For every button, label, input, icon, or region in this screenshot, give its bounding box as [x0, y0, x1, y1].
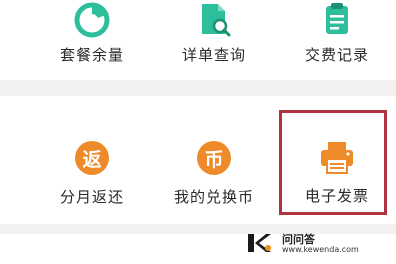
menu-item-package-balance[interactable]: 套餐余量 — [32, 2, 152, 65]
menu-item-my-coins[interactable]: 币 我的兑换币 — [154, 141, 274, 207]
return-badge-icon: 返 — [75, 141, 109, 175]
receipt-icon — [326, 3, 348, 34]
watermark: 问问答 www.kewenda.com — [238, 230, 388, 258]
menu-item-label: 分月返还 — [59, 188, 124, 206]
menu-item-label: 套餐余量 — [59, 46, 124, 64]
menu-item-label: 详单查询 — [181, 46, 246, 64]
menu-item-bill-detail[interactable]: 详单查询 — [154, 2, 274, 65]
pie-chart-icon — [74, 2, 110, 38]
watermark-logo-icon — [248, 234, 271, 252]
coin-badge-icon: 币 — [197, 141, 231, 175]
menu-item-label: 交费记录 — [304, 46, 369, 64]
menu-item-monthly-refund[interactable]: 返 分月返还 — [32, 141, 152, 207]
menu-item-label: 我的兑换币 — [173, 188, 254, 206]
highlight-frame — [279, 110, 387, 215]
watermark-url: www.kewenda.com — [282, 245, 359, 254]
document-search-icon — [202, 4, 231, 37]
menu-item-payment-records[interactable]: 交费记录 — [277, 2, 396, 65]
top-menu-row: 套餐余量 详单查询 交费记录 — [0, 0, 396, 80]
